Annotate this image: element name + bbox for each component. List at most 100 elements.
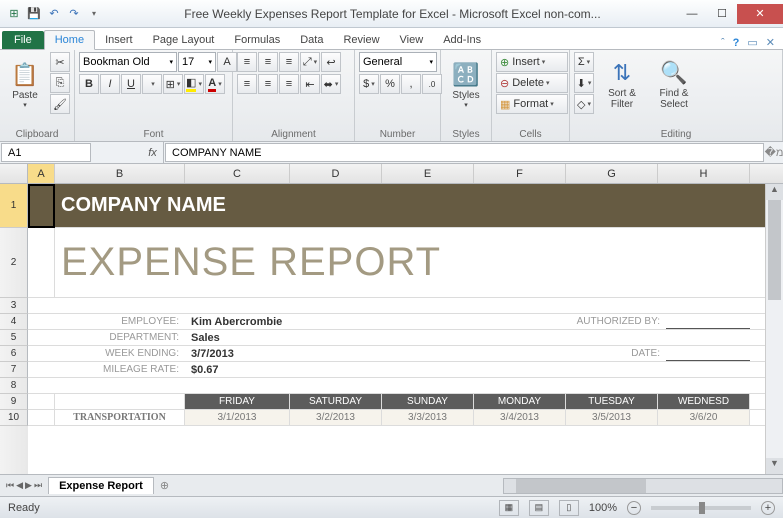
sheet-prev-icon[interactable]: ◀ [16, 480, 23, 491]
minimize-button[interactable]: — [677, 4, 707, 24]
merge-button[interactable]: ⬌ [321, 74, 341, 94]
font-name-combo[interactable]: Bookman Old▾ [79, 52, 177, 72]
sheet-tab-active[interactable]: Expense Report [48, 477, 154, 494]
maximize-button[interactable]: ☐ [707, 4, 737, 24]
zoom-level[interactable]: 100% [589, 502, 617, 514]
row-header-9[interactable]: 9 [0, 394, 28, 410]
col-header-h[interactable]: H [658, 164, 750, 183]
align-center-button[interactable]: ≡ [258, 74, 278, 94]
border-button[interactable]: ⊞ [163, 74, 183, 94]
fill-button[interactable]: ⬇ [574, 73, 594, 93]
row-header-6[interactable]: 6 [0, 346, 28, 362]
tab-review[interactable]: Review [333, 31, 389, 49]
scroll-up-icon[interactable]: ▲ [766, 184, 783, 200]
col-header-b[interactable]: B [55, 164, 185, 183]
wrap-text-button[interactable]: ↩ [321, 52, 341, 72]
autosum-button[interactable]: Σ [574, 52, 594, 72]
cell-title[interactable]: EXPENSE REPORT [55, 228, 750, 297]
mileage-label[interactable]: MILEAGE RATE: [55, 362, 185, 377]
sheet-last-icon[interactable]: ⏭ [34, 480, 42, 491]
copy-button[interactable]: ⎘ [50, 73, 70, 93]
date-5[interactable]: 3/6/20 [658, 410, 750, 425]
week-ending-value[interactable]: 3/7/2013 [185, 346, 382, 361]
col-header-g[interactable]: G [566, 164, 658, 183]
tab-home[interactable]: Home [44, 30, 95, 50]
date-value[interactable] [666, 346, 750, 361]
day-saturday[interactable]: SATURDAY [290, 394, 382, 409]
normal-view-button[interactable]: ▦ [499, 500, 519, 516]
week-ending-label[interactable]: WEEK ENDING: [55, 346, 185, 361]
cut-button[interactable]: ✂ [50, 52, 70, 72]
currency-button[interactable]: $ [359, 74, 379, 94]
file-tab[interactable]: File [2, 31, 44, 49]
day-friday[interactable]: FRIDAY [185, 394, 290, 409]
tab-insert[interactable]: Insert [95, 31, 143, 49]
row-header-5[interactable]: 5 [0, 330, 28, 346]
close-button[interactable]: ✕ [737, 4, 783, 24]
tab-view[interactable]: View [390, 31, 434, 49]
col-header-c[interactable]: C [185, 164, 290, 183]
window-restore-icon[interactable]: ▭ [747, 36, 757, 49]
mileage-value[interactable]: $0.67 [185, 362, 750, 377]
window-close-icon[interactable]: ✕ [766, 36, 775, 49]
align-middle-button[interactable]: ≡ [258, 52, 278, 72]
day-tuesday[interactable]: TUESDAY [566, 394, 658, 409]
vertical-scrollbar[interactable]: ▲ ▼ [765, 184, 783, 474]
date-4[interactable]: 3/5/2013 [566, 410, 658, 425]
orientation-button[interactable]: ⤢ [300, 52, 320, 72]
hscroll-thumb[interactable] [516, 479, 646, 493]
align-right-button[interactable]: ≡ [279, 74, 299, 94]
qat-dropdown-icon[interactable]: ▾ [86, 6, 102, 22]
sort-filter-button[interactable]: ⇅ Sort & Filter [598, 52, 646, 118]
cell-a2[interactable] [28, 228, 55, 297]
format-painter-button[interactable]: 🖌 [50, 94, 70, 114]
zoom-in-button[interactable]: + [761, 501, 775, 515]
employee-label[interactable]: EMPLOYEE: [55, 314, 185, 329]
tab-addins[interactable]: Add-Ins [433, 31, 491, 49]
zoom-out-button[interactable]: − [627, 501, 641, 515]
page-break-view-button[interactable]: ▯ [559, 500, 579, 516]
zoom-slider[interactable] [651, 506, 751, 510]
align-top-button[interactable]: ≡ [237, 52, 257, 72]
redo-icon[interactable]: ↷ [66, 6, 82, 22]
scroll-down-icon[interactable]: ▼ [766, 458, 783, 474]
save-icon[interactable]: 💾 [26, 6, 42, 22]
formula-input[interactable]: COMPANY NAME [165, 143, 764, 162]
date-1[interactable]: 3/2/2013 [290, 410, 382, 425]
font-color-button[interactable]: A [205, 74, 225, 94]
tab-page-layout[interactable]: Page Layout [143, 31, 225, 49]
clear-button[interactable]: ◇ [574, 94, 594, 114]
tab-formulas[interactable]: Formulas [224, 31, 290, 49]
page-layout-view-button[interactable]: ▤ [529, 500, 549, 516]
sheet-next-icon[interactable]: ▶ [25, 480, 32, 491]
delete-cells-button[interactable]: ⊖Delete [496, 73, 568, 93]
font-size-combo[interactable]: 17▾ [178, 52, 216, 72]
day-sunday[interactable]: SUNDAY [382, 394, 474, 409]
date-2[interactable]: 3/3/2013 [382, 410, 474, 425]
sheet-first-icon[interactable]: ⏮ [6, 480, 14, 491]
row-header-4[interactable]: 4 [0, 314, 28, 330]
row-header-10[interactable]: 10 [0, 410, 28, 426]
row-header-2[interactable]: 2 [0, 228, 28, 298]
cells-area[interactable]: COMPANY NAME EXPENSE REPORT EMPLOYEE: Ki… [28, 184, 783, 474]
date-label[interactable]: DATE: [566, 346, 666, 361]
align-left-button[interactable]: ≡ [237, 74, 257, 94]
date-0[interactable]: 3/1/2013 [185, 410, 290, 425]
number-format-combo[interactable]: General▾ [359, 52, 437, 72]
increase-decimal-button[interactable]: .0 [422, 74, 442, 94]
new-sheet-button[interactable]: ⊕ [154, 479, 175, 492]
col-header-a[interactable]: A [28, 164, 55, 183]
fx-button[interactable]: fx [142, 142, 164, 163]
date-3[interactable]: 3/4/2013 [474, 410, 566, 425]
authorized-value[interactable] [666, 314, 750, 329]
tab-data[interactable]: Data [290, 31, 333, 49]
scroll-thumb[interactable] [768, 200, 781, 300]
undo-icon[interactable]: ↶ [46, 6, 62, 22]
col-header-f[interactable]: F [474, 164, 566, 183]
row-header-3[interactable]: 3 [0, 298, 28, 314]
align-bottom-button[interactable]: ≡ [279, 52, 299, 72]
day-wednesday[interactable]: WEDNESD [658, 394, 750, 409]
styles-button[interactable]: 🔠 Styles ▾ [445, 52, 487, 118]
row-header-1[interactable]: 1 [0, 184, 28, 228]
cell-row3[interactable] [28, 298, 750, 313]
